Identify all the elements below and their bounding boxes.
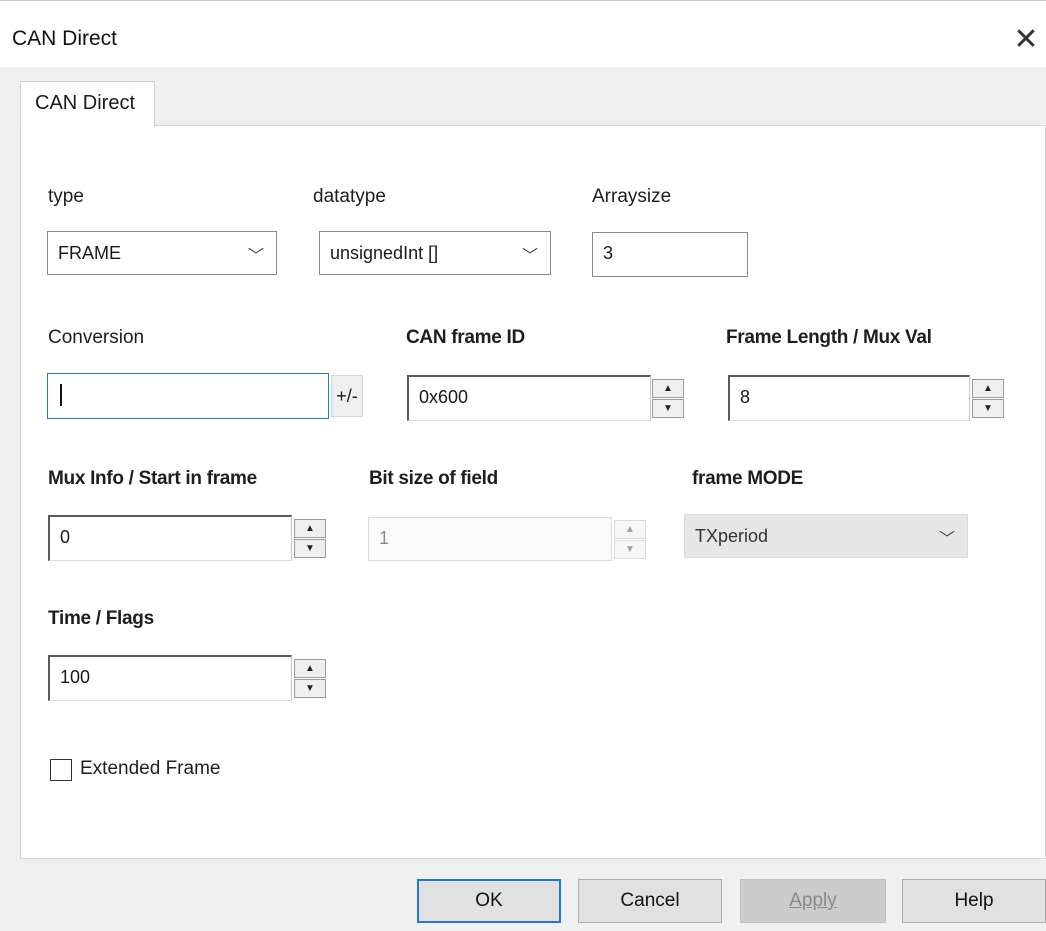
arrow-up-icon[interactable]: ▲ xyxy=(294,519,326,538)
cancel-button-label: Cancel xyxy=(620,890,680,911)
cancel-button[interactable]: Cancel xyxy=(578,879,722,923)
frame-length-label: Frame Length / Mux Val xyxy=(726,327,932,348)
title-bar: CAN Direct ✕ xyxy=(0,1,1046,67)
extended-frame-label[interactable]: Extended Frame xyxy=(80,758,220,780)
arrow-down-icon[interactable]: ▼ xyxy=(652,399,684,418)
datatype-label: datatype xyxy=(313,186,386,207)
text-cursor xyxy=(60,384,62,406)
arrow-down-icon: ▼ xyxy=(614,540,646,559)
arrow-up-icon[interactable]: ▲ xyxy=(652,379,684,398)
mux-info-value: 0 xyxy=(60,527,71,547)
type-value: FRAME xyxy=(58,243,121,263)
frame-length-input[interactable]: 8 xyxy=(728,375,970,421)
ok-button-label: OK xyxy=(475,890,503,911)
frame-mode-value: TXperiod xyxy=(695,526,769,546)
conversion-input[interactable] xyxy=(47,373,329,419)
window-title: CAN Direct xyxy=(12,27,118,50)
arrow-down-icon[interactable]: ▼ xyxy=(294,539,326,558)
bit-size-input: 1 xyxy=(368,517,612,561)
can-frame-id-value: 0x600 xyxy=(419,387,469,407)
frame-length-value: 8 xyxy=(740,387,751,407)
time-flags-spinner: ▲ ▼ xyxy=(294,655,326,701)
bit-size-spinner: ▲ ▼ xyxy=(614,517,646,561)
type-label: type xyxy=(48,186,84,207)
help-button[interactable]: Help xyxy=(902,879,1046,923)
ok-button[interactable]: OK xyxy=(417,879,561,923)
conversion-label: Conversion xyxy=(48,327,145,348)
mux-info-input[interactable]: 0 xyxy=(48,515,292,561)
close-icon[interactable]: ✕ xyxy=(1006,19,1046,59)
arraysize-value: 3 xyxy=(603,243,614,263)
conversion-sign-toggle-button[interactable]: +/- xyxy=(331,375,363,417)
chevron-down-icon: ﹀ xyxy=(247,248,264,265)
arraysize-label: Arraysize xyxy=(592,186,672,207)
arrow-up-icon[interactable]: ▲ xyxy=(294,659,326,678)
can-frame-id-label: CAN frame ID xyxy=(406,327,525,348)
arrow-down-icon[interactable]: ▼ xyxy=(972,399,1004,418)
apply-button-label: Apply xyxy=(789,890,837,911)
extended-frame-checkbox[interactable] xyxy=(50,759,72,781)
can-frame-id-input[interactable]: 0x600 xyxy=(407,375,651,421)
datatype-value: unsignedInt [] xyxy=(330,243,439,263)
mux-info-label: Mux Info / Start in frame xyxy=(48,468,257,489)
mux-info-spinner: ▲ ▼ xyxy=(294,515,326,561)
apply-button: Apply xyxy=(740,879,886,923)
help-button-label: Help xyxy=(954,890,994,911)
arrow-down-icon[interactable]: ▼ xyxy=(294,679,326,698)
arraysize-input[interactable]: 3 xyxy=(592,232,748,277)
time-flags-label: Time / Flags xyxy=(48,608,154,629)
chevron-down-icon: ﹀ xyxy=(521,248,538,265)
chevron-down-icon: ﹀ xyxy=(938,531,955,548)
bit-size-value: 1 xyxy=(379,528,390,548)
bit-size-label: Bit size of field xyxy=(369,468,498,489)
time-flags-value: 100 xyxy=(60,667,91,687)
can-frame-id-spinner: ▲ ▼ xyxy=(652,375,684,421)
can-direct-dialog: CAN Direct ✕ CAN Direct type FRAME ﹀ dat… xyxy=(0,0,1046,931)
datatype-select[interactable]: unsignedInt [] ﹀ xyxy=(319,231,551,275)
arrow-up-icon: ▲ xyxy=(614,520,646,539)
frame-mode-select[interactable]: TXperiod ﹀ xyxy=(684,514,968,558)
tab-can-direct[interactable]: CAN Direct xyxy=(20,81,155,127)
tab-label: CAN Direct xyxy=(35,92,136,114)
type-select[interactable]: FRAME ﹀ xyxy=(47,231,277,275)
frame-mode-label: frame MODE xyxy=(692,468,804,489)
arrow-up-icon[interactable]: ▲ xyxy=(972,379,1004,398)
frame-length-spinner: ▲ ▼ xyxy=(972,375,1004,421)
dialog-body: CAN Direct type FRAME ﹀ datatype unsigne… xyxy=(0,67,1046,931)
time-flags-input[interactable]: 100 xyxy=(48,655,292,701)
